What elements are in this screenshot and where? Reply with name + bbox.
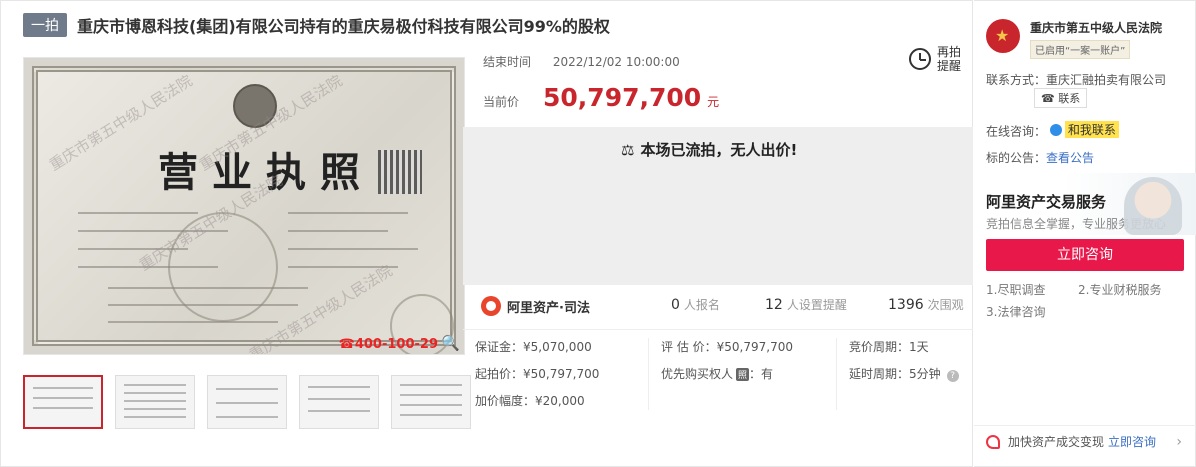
thumbnail[interactable]: [207, 375, 287, 429]
notice-row: 标的公告：查看公告: [986, 149, 1094, 166]
court-name[interactable]: 重庆市第五中级人民法院: [1030, 19, 1162, 36]
thumbnail[interactable]: [391, 375, 471, 429]
reminders-unit: 人设置提醒: [786, 298, 847, 312]
signups-stat: 0 人报名: [671, 296, 720, 313]
contact-row: 联系方式：重庆汇融拍卖有限公司: [986, 71, 1166, 88]
divider: [648, 338, 649, 410]
contact-value: 重庆汇融拍卖有限公司: [1046, 73, 1167, 87]
platform-name: 阿里资产·司法: [507, 300, 590, 316]
thumbnail[interactable]: [115, 375, 195, 429]
reminders-stat: 12 人设置提醒: [765, 296, 847, 313]
stats-bar: 阿里资产·司法 0 人报名 12 人设置提醒 1396 次围观: [463, 291, 973, 321]
banner-title: 阿里资产交易服务: [986, 193, 1107, 211]
sidebar: 重庆市第五中级人民法院 已启用“一案一账户” 联系方式：重庆汇融拍卖有限公司 ☎…: [974, 0, 1196, 467]
delay-period-value: 延时周期：5分钟: [849, 367, 941, 381]
current-price-value: 50,797,700: [543, 83, 702, 112]
chevron-right-icon: ›: [1176, 433, 1182, 450]
thumbnail[interactable]: [299, 375, 379, 429]
platform-logo: 阿里资产·司法: [481, 291, 590, 321]
end-time-value: 2022/12/02 10:00:00: [552, 55, 680, 69]
assessed-price: 评 估 价：¥50,797,700: [661, 340, 793, 354]
court-tag: 已启用“一案一账户”: [1030, 40, 1131, 59]
deposit: 保证金：¥5,070,000: [475, 340, 592, 354]
status-text: 本场已流拍，无人出价!: [640, 141, 798, 159]
views-count: 1396: [888, 297, 924, 313]
current-price-row: 当前价 50,797,700 元: [483, 83, 719, 112]
court-info: 重庆市第五中级人民法院 已启用“一案一账户”: [986, 19, 1162, 59]
consult-button[interactable]: 立即咨询: [986, 239, 1184, 271]
divider: [836, 338, 837, 410]
auction-details: 保证金：¥5,070,000 起拍价：¥50,797,700 加价幅度：¥20,…: [463, 329, 973, 413]
alarm-clock-icon: [909, 48, 931, 70]
reminders-count: 12: [765, 297, 783, 313]
end-time-row: 结束时间 2022/12/02 10:00:00: [483, 53, 680, 70]
notice-label: 标的公告：: [986, 151, 1047, 165]
current-price-label: 当前价: [483, 95, 520, 109]
contact-label: 联系方式：: [986, 73, 1047, 87]
currency-unit: 元: [707, 95, 720, 109]
help-icon[interactable]: ?: [946, 370, 959, 382]
agent-avatar: [1124, 177, 1182, 235]
service-item[interactable]: 2.专业财税服务: [1078, 281, 1161, 298]
auction-main-panel: 一拍 重庆市博恩科技(集团)有限公司持有的重庆易极付科技有限公司99%的股权 营…: [0, 0, 973, 467]
priority-value: ：有: [749, 367, 774, 381]
priority-label: 优先购买权人: [661, 367, 734, 381]
main-photo[interactable]: 营业执照 重庆市第五中级人民法院 重庆市第五中级人民法院 重庆市第五中级人民法院…: [23, 57, 465, 355]
chat-button[interactable]: 和我联系: [1049, 121, 1119, 138]
qr-code-icon: [378, 150, 422, 194]
chat-icon: [1049, 123, 1062, 136]
notice-link[interactable]: 查看公告: [1046, 151, 1094, 165]
court-emblem-icon: [986, 19, 1020, 53]
chat-label: 在线咨询：: [986, 124, 1047, 139]
auction-round-badge: 一拍: [23, 13, 67, 37]
views-stat: 1396 次围观: [888, 296, 964, 313]
priority-buyer: 优先购买权人照：有: [661, 365, 773, 382]
fast-sale-link[interactable]: 立即咨询: [1108, 433, 1156, 450]
thumbnail[interactable]: [23, 375, 103, 429]
service-item[interactable]: 1.尽职调查: [986, 281, 1045, 298]
zoom-icon[interactable]: 🔍: [441, 334, 460, 352]
status-message: ⚖ 本场已流拍，无人出价!: [621, 139, 797, 160]
title-row: 一拍 重庆市博恩科技(集团)有限公司持有的重庆易极付科技有限公司99%的股权: [23, 12, 610, 38]
online-chat-row: 在线咨询： 和我联系: [986, 121, 1119, 140]
license-image: 营业执照 重庆市第五中级人民法院 重庆市第五中级人民法院 重庆市第五中级人民法院…: [32, 66, 456, 354]
hotline-label: ☎400-100-29: [338, 337, 438, 352]
signups-unit: 人报名: [683, 298, 720, 312]
bid-period: 竞价周期：1天: [849, 340, 929, 354]
page-title: 重庆市博恩科技(集团)有限公司持有的重庆易极付科技有限公司99%的股权: [77, 17, 610, 36]
service-item[interactable]: 3.法律咨询: [986, 303, 1045, 320]
fast-sale-row[interactable]: 加快资产成交变现 立即咨询 ›: [974, 425, 1196, 457]
thumbnail-strip: [23, 375, 471, 429]
views-unit: 次围观: [927, 298, 964, 312]
start-price: 起拍价：¥50,797,700: [475, 367, 600, 381]
fast-sale-text: 加快资产成交变现: [1008, 435, 1105, 449]
gavel-icon: ⚖: [621, 140, 635, 159]
end-time-label: 结束时间: [483, 55, 532, 69]
contact-button[interactable]: ☎ 联系: [1034, 88, 1088, 108]
increment: 加价幅度：¥20,000: [475, 394, 585, 408]
delay-period: 延时周期：5分钟?: [849, 365, 959, 382]
contact-button-label: 联系: [1058, 92, 1081, 105]
remind-label: 再拍提醒: [937, 45, 962, 73]
remind-button[interactable]: 再拍提醒: [909, 45, 965, 73]
hand-icon: [986, 434, 1000, 449]
chat-button-label: 和我联系: [1064, 121, 1119, 138]
signups-count: 0: [671, 297, 680, 313]
ali-asset-logo-icon: [481, 296, 501, 316]
info-icon[interactable]: 照: [736, 368, 750, 381]
auction-status-box: ⚖ 本场已流拍，无人出价!: [463, 127, 973, 285]
service-banner: 阿里资产交易服务 竞拍信息全掌握，专业服务更放心: [974, 173, 1196, 235]
